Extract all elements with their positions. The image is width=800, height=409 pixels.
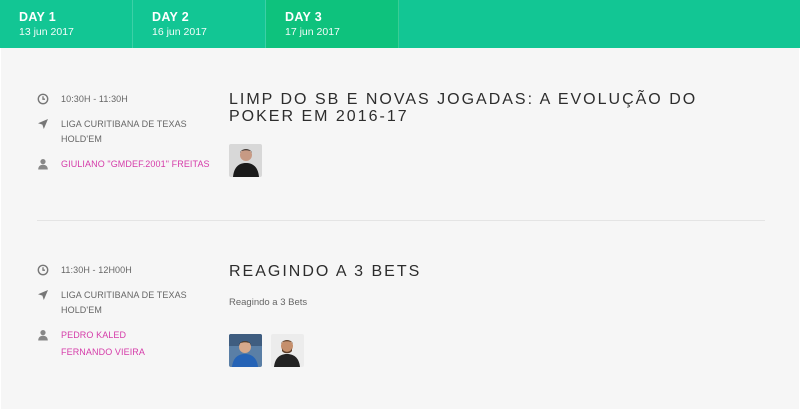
tab-date-label: 17 jun 2017 [285,26,340,38]
session-title: REAGINDO A 3 BETS [229,263,422,280]
session-location: LIGA CURITIBANA DE TEXAS HOLD'EM [36,288,216,318]
tab-date-label: 16 jun 2017 [152,26,207,38]
speaker-link[interactable]: PEDRO KALED [61,328,216,343]
tab-day-2[interactable]: DAY 2 16 jun 2017 [133,0,266,48]
session-time: 10:30H - 11:30H [36,92,216,107]
location-arrow-icon [38,290,48,300]
schedule-content: 10:30H - 11:30H LIGA CURITIBANA DE TEXAS… [1,48,799,409]
day-tabs: DAY 1 13 jun 2017 DAY 2 16 jun 2017 DAY … [0,0,800,48]
session-divider [37,220,765,221]
avatar[interactable] [229,334,262,367]
clock-icon [37,264,49,276]
avatar[interactable] [229,144,262,177]
speaker-avatars [229,334,304,367]
session-speakers: GIULIANO "GMDEF.2001" FREITAS [36,157,216,172]
tab-day-label: DAY 2 [152,10,189,24]
speaker-link[interactable]: GIULIANO "GMDEF.2001" FREITAS [61,157,216,172]
session-location-text: LIGA CURITIBANA DE TEXAS HOLD'EM [61,290,187,315]
location-arrow-icon [38,119,48,129]
tab-day-label: DAY 3 [285,10,322,24]
tab-day-label: DAY 1 [19,10,56,24]
speaker-avatars [229,144,262,177]
avatar[interactable] [271,334,304,367]
session-description: Reagindo a 3 Bets [229,297,308,308]
session-time-text: 11:30H - 12H00H [61,265,132,275]
clock-icon [37,93,49,105]
user-icon [38,159,48,170]
session-meta: 10:30H - 11:30H LIGA CURITIBANA DE TEXAS… [36,92,216,172]
user-icon [38,330,48,341]
session-time-text: 10:30H - 11:30H [61,94,128,104]
session-meta: 11:30H - 12H00H LIGA CURITIBANA DE TEXAS… [36,263,216,360]
session-location: LIGA CURITIBANA DE TEXAS HOLD'EM [36,117,216,147]
session-title: LIMP DO SB E NOVAS JOGADAS: A EVOLUÇÃO D… [229,91,698,125]
session-location-text: LIGA CURITIBANA DE TEXAS HOLD'EM [61,119,187,144]
tab-day-1[interactable]: DAY 1 13 jun 2017 [0,0,133,48]
speaker-link[interactable]: FERNANDO VIEIRA [61,345,216,360]
session-speakers: PEDRO KALED FERNANDO VIEIRA [36,328,216,360]
tab-day-3[interactable]: DAY 3 17 jun 2017 [266,0,399,48]
tab-date-label: 13 jun 2017 [19,26,74,38]
session-time: 11:30H - 12H00H [36,263,216,278]
